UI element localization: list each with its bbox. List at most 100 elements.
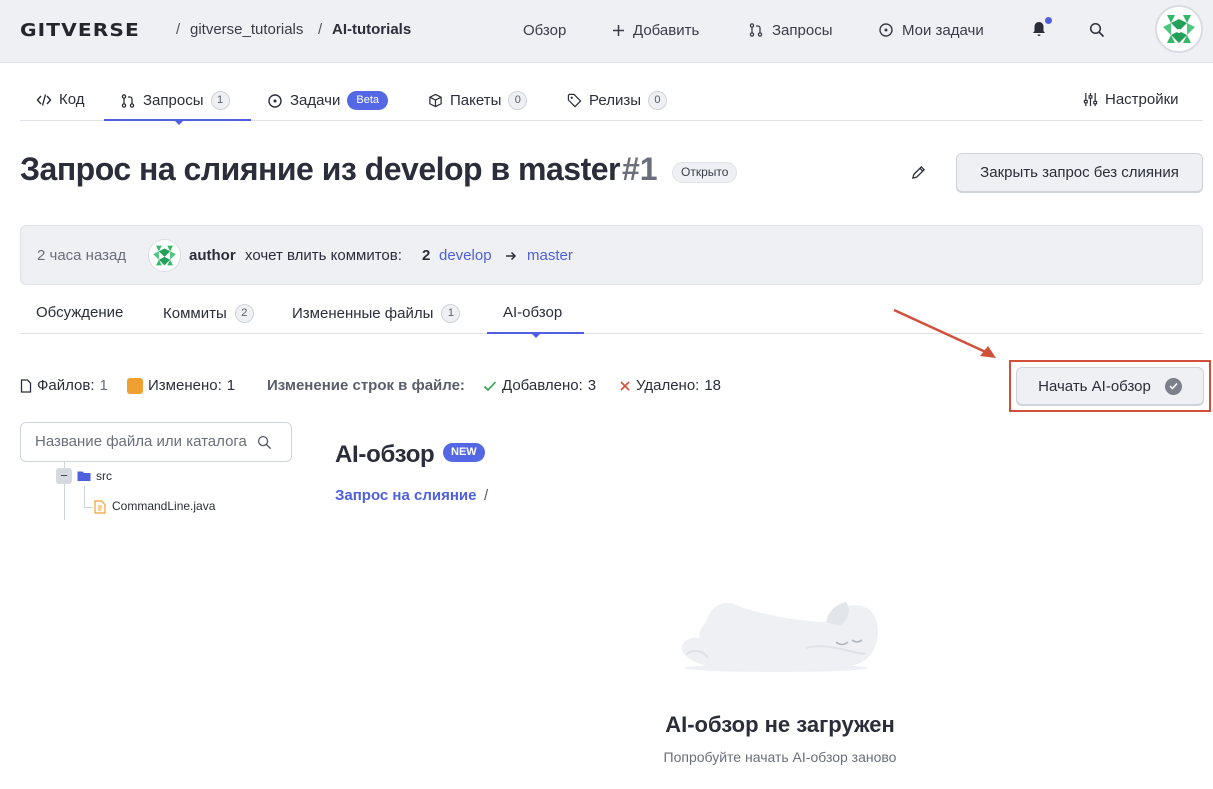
bell-icon[interactable] <box>1031 20 1047 38</box>
stat-deleted-label: Удалено: <box>636 377 700 394</box>
tab-tasks-label: Задачи <box>290 92 341 109</box>
search-icon[interactable] <box>257 435 272 450</box>
stat-added-value: 3 <box>587 377 597 394</box>
tab-releases-label: Релизы <box>589 92 641 109</box>
start-ai-review-button[interactable]: Начать AI-обзор <box>1016 367 1204 405</box>
breadcrumb-repo[interactable]: AI-tutorials <box>332 21 411 38</box>
breadcrumb-owner[interactable]: gitverse_tutorials <box>190 21 303 38</box>
pr-author[interactable]: author <box>189 247 236 264</box>
top-navigation-bar: GITVERSE / gitverse_tutorials / AI-tutor… <box>0 0 1213 63</box>
pr-tabs: Обсуждение Коммиты 2 Измененные файлы 1 … <box>20 293 1203 338</box>
stat-files-label: Файлов: <box>37 377 95 394</box>
count-badge: 0 <box>647 91 667 110</box>
avatar-pattern-icon <box>1157 7 1201 51</box>
settings-sliders-icon <box>1083 92 1098 107</box>
source-branch-link[interactable]: develop <box>439 247 492 264</box>
tab-changed-files[interactable]: Измененные файлы 1 <box>292 304 461 323</box>
count-badge: 1 <box>441 304 461 323</box>
stat-changed: Изменено: 1 <box>127 377 235 394</box>
breadcrumb-separator: / <box>176 21 181 38</box>
tab-ai-review[interactable]: AI-обзор <box>503 304 562 321</box>
stat-lines-label: Изменение строк в файле: <box>267 377 465 394</box>
file-icon <box>20 378 32 393</box>
target-branch-link[interactable]: master <box>527 247 573 264</box>
ai-review-title: AI-обзор <box>335 441 435 468</box>
count-badge: 2 <box>234 304 254 323</box>
active-tab-caret <box>174 120 184 125</box>
tab-releases[interactable]: Релизы 0 <box>567 91 667 110</box>
stat-added-label: Добавлено: <box>502 377 583 394</box>
tree-file-commandline[interactable]: CommandLine.java <box>112 499 215 513</box>
issue-icon <box>879 23 893 37</box>
tab-code-label: Код <box>59 91 85 108</box>
author-avatar[interactable] <box>148 239 181 272</box>
code-icon <box>36 93 52 106</box>
stat-deleted: Удалено: 18 <box>619 377 721 394</box>
tab-discussion[interactable]: Обсуждение <box>36 304 123 321</box>
user-avatar[interactable] <box>1155 5 1203 53</box>
tab-requests[interactable]: Запросы 1 <box>120 91 230 110</box>
pr-commit-count: 2 <box>422 247 431 264</box>
tree-folder-src[interactable]: src <box>96 469 112 483</box>
count-badge: 0 <box>508 91 528 110</box>
package-icon <box>429 93 442 108</box>
breadcrumb-separator: / <box>318 21 323 38</box>
tab-code[interactable]: Код <box>36 91 85 108</box>
stat-changed-value: 1 <box>226 377 236 394</box>
nav-add-label: Добавить <box>633 21 700 39</box>
count-badge: 1 <box>210 91 230 110</box>
issue-icon <box>268 93 282 108</box>
tab-settings-label: Настройки <box>1105 91 1179 108</box>
collapse-folder-toggle[interactable]: − <box>56 468 72 484</box>
search-icon[interactable] <box>1089 22 1105 38</box>
tab-tasks[interactable]: Задачи Beta <box>267 91 389 110</box>
gitverse-logo[interactable]: GITVERSE <box>20 20 140 41</box>
edit-icon[interactable] <box>911 165 926 180</box>
tab-packages[interactable]: Пакеты 0 <box>428 91 528 110</box>
pr-info-text: хочет влить коммитов: <box>245 247 402 264</box>
nav-my-tasks[interactable]: Мои задачи <box>878 20 984 40</box>
stat-files: Файлов: 1 <box>20 377 108 394</box>
tab-commits[interactable]: Коммиты 2 <box>163 304 254 323</box>
ai-review-breadcrumb-link[interactable]: Запрос на слияние <box>335 487 476 504</box>
empty-state-subtitle: Попробуйте начать AI-обзор заново <box>663 749 897 765</box>
notification-dot <box>1045 17 1052 24</box>
tab-changed-files-label: Измененные файлы <box>292 305 434 322</box>
repo-tabs: Код Запросы 1 Задачи Beta Пакеты 0 Релиз… <box>20 79 1203 125</box>
page-title: Запрос на слияние из develop в master <box>20 151 621 187</box>
check-circle-icon <box>1164 377 1182 395</box>
pull-request-icon <box>121 93 135 108</box>
nav-my-tasks-label: Мои задачи <box>902 21 984 39</box>
pr-number: #1 <box>622 151 658 187</box>
plus-icon <box>613 24 624 36</box>
close-without-merge-button[interactable]: Закрыть запрос без слияния <box>956 153 1203 192</box>
check-icon <box>483 380 497 391</box>
annotation-arrow-icon <box>893 308 996 358</box>
tab-commits-label: Коммиты <box>163 305 227 322</box>
nav-requests[interactable]: Запросы <box>748 20 833 40</box>
nav-add[interactable]: Добавить <box>612 20 699 40</box>
avatar-pattern-icon <box>149 240 180 271</box>
tab-packages-label: Пакеты <box>450 92 502 109</box>
nav-overview[interactable]: Обзор <box>523 20 566 40</box>
breadcrumb-separator: / <box>484 487 489 504</box>
stat-added: Добавлено: 3 <box>483 377 596 394</box>
cross-icon <box>620 380 630 391</box>
sleeping-dog-illustration <box>681 602 878 672</box>
active-tab-caret <box>531 333 541 338</box>
tree-guide-line <box>84 507 93 508</box>
stat-deleted-value: 18 <box>704 377 722 394</box>
empty-state-title: AI-обзор не загружен <box>665 712 895 737</box>
new-badge: NEW <box>443 443 485 462</box>
file-search-input[interactable] <box>35 433 260 450</box>
tab-settings[interactable]: Настройки <box>1083 91 1179 108</box>
nav-overview-label: Обзор <box>523 21 567 39</box>
beta-badge: Beta <box>347 91 389 110</box>
status-badge: Открыто <box>672 162 738 183</box>
file-search-field[interactable] <box>20 422 292 462</box>
stat-files-value: 1 <box>99 377 108 394</box>
tab-ai-review-label: AI-обзор <box>503 304 563 321</box>
tab-requests-label: Запросы <box>143 92 204 109</box>
tag-icon <box>567 93 582 108</box>
start-ai-review-label: Начать AI-обзор <box>1038 377 1151 395</box>
